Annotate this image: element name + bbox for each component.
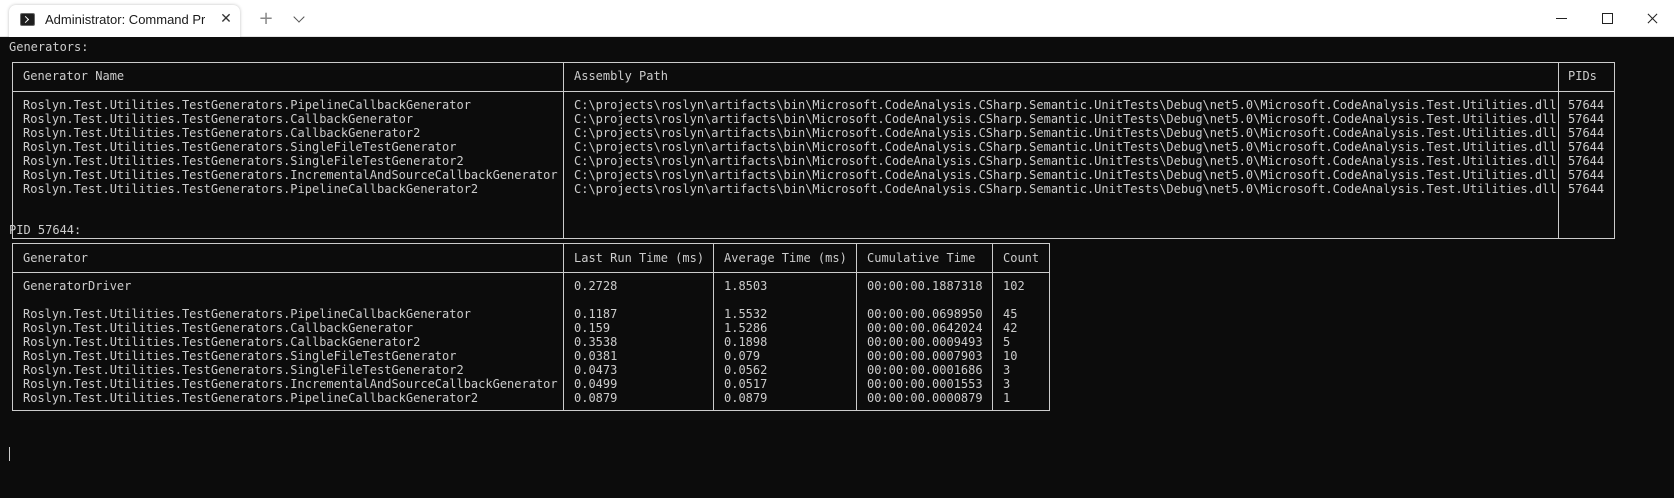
generators-heading: Generators:	[9, 40, 89, 54]
tab-command-prompt[interactable]: Administrator: Command Prompt ✕	[9, 5, 240, 37]
last-run-time-cell: 0.159	[574, 321, 611, 335]
generator-name-cell: Roslyn.Test.Utilities.TestGenerators.Cal…	[23, 126, 421, 140]
count-cell: 3	[1003, 377, 1011, 391]
pid-table-col-divider	[856, 243, 857, 411]
cumulative-time-cell: 00:00:00.0000879	[867, 391, 983, 405]
last-run-time-cell: 0.0381	[574, 349, 618, 363]
close-window-button[interactable]	[1630, 0, 1674, 36]
last-run-time-cell: 0.0879	[574, 391, 618, 405]
count-cell: 3	[1003, 363, 1011, 377]
generator-cell: Roslyn.Test.Utilities.TestGenerators.Sin…	[23, 349, 457, 363]
assembly-path-cell: C:\projects\roslyn\artifacts\bin\Microso…	[574, 98, 1557, 112]
pid-table-col-divider	[992, 243, 993, 411]
generator-cell: Roslyn.Test.Utilities.TestGenerators.Cal…	[23, 335, 421, 349]
generator-name-cell: Roslyn.Test.Utilities.TestGenerators.Inc…	[23, 168, 558, 182]
count-cell: 10	[1003, 349, 1018, 363]
average-time-cell: 0.1898	[724, 335, 768, 349]
text-cursor	[9, 447, 10, 461]
count-cell: 5	[1003, 335, 1011, 349]
maximize-button[interactable]	[1584, 0, 1630, 36]
pid-cell: 57644	[1568, 112, 1605, 126]
column-header-assembly-path: Assembly Path	[574, 69, 668, 83]
cumulative-time-cell: 00:00:00.0009493	[867, 335, 983, 349]
pid-cell: 57644	[1568, 168, 1605, 182]
new-tab-button[interactable]: +	[255, 8, 277, 30]
chevron-down-icon[interactable]	[289, 8, 311, 30]
count-cell: 45	[1003, 307, 1018, 321]
pid-heading: PID 57644:	[9, 223, 82, 237]
average-time-cell: 0.0517	[724, 377, 768, 391]
generators-table-header-rule	[12, 91, 1615, 92]
assembly-path-cell: C:\projects\roslyn\artifacts\bin\Microso…	[574, 126, 1557, 140]
pid-table-header-rule	[12, 272, 1050, 273]
assembly-path-cell: C:\projects\roslyn\artifacts\bin\Microso…	[574, 182, 1557, 196]
generator-cell: Roslyn.Test.Utilities.TestGenerators.Inc…	[23, 377, 558, 391]
generator-cell: Roslyn.Test.Utilities.TestGenerators.Pip…	[23, 391, 479, 405]
assembly-path-cell: C:\projects\roslyn\artifacts\bin\Microso…	[574, 112, 1557, 126]
average-time-cell: 1.5532	[724, 307, 768, 321]
generator-cell: Roslyn.Test.Utilities.TestGenerators.Sin…	[23, 363, 464, 377]
generator-cell: Roslyn.Test.Utilities.TestGenerators.Pip…	[23, 307, 471, 321]
cumulative-time-cell: 00:00:00.0001553	[867, 377, 983, 391]
generator-name-cell: Roslyn.Test.Utilities.TestGenerators.Cal…	[23, 112, 414, 126]
driver-row-cumulative: 00:00:00.1887318	[867, 279, 983, 293]
last-run-time-cell: 0.0499	[574, 377, 618, 391]
driver-row-average: 1.8503	[724, 279, 768, 293]
pid-cell: 57644	[1568, 154, 1605, 168]
generator-name-cell: Roslyn.Test.Utilities.TestGenerators.Pip…	[23, 98, 471, 112]
column-header-average-time: Average Time (ms)	[724, 251, 847, 265]
last-run-time-cell: 0.3538	[574, 335, 618, 349]
tab-close-icon[interactable]: ✕	[218, 11, 234, 27]
generator-name-cell: Roslyn.Test.Utilities.TestGenerators.Pip…	[23, 182, 479, 196]
driver-row-last-run: 0.2728	[574, 279, 618, 293]
pid-table-col-divider	[713, 243, 714, 411]
generator-cell: Roslyn.Test.Utilities.TestGenerators.Cal…	[23, 321, 414, 335]
last-run-time-cell: 0.1187	[574, 307, 618, 321]
cumulative-time-cell: 00:00:00.0001686	[867, 363, 983, 377]
column-header-count: Count	[1003, 251, 1040, 265]
column-header-generator: Generator	[23, 251, 89, 265]
driver-row-name: GeneratorDriver	[23, 279, 132, 293]
count-cell: 1	[1003, 391, 1011, 405]
pid-cell: 57644	[1568, 182, 1605, 196]
assembly-path-cell: C:\projects\roslyn\artifacts\bin\Microso…	[574, 168, 1557, 182]
column-header-cumulative-time: Cumulative Time	[867, 251, 976, 265]
pid-cell: 57644	[1568, 126, 1605, 140]
cumulative-time-cell: 00:00:00.0642024	[867, 321, 983, 335]
column-header-last-run-time: Last Run Time (ms)	[574, 251, 705, 265]
generators-table-col-divider	[563, 62, 564, 239]
assembly-path-cell: C:\projects\roslyn\artifacts\bin\Microso…	[574, 154, 1557, 168]
terminal-output[interactable]: Generators: Generator Name Assembly Path…	[0, 37, 1674, 498]
pid-cell: 57644	[1568, 140, 1605, 154]
last-run-time-cell: 0.0473	[574, 363, 618, 377]
column-header-pids: PIDs	[1568, 69, 1597, 83]
driver-row-count: 102	[1003, 279, 1025, 293]
terminal-icon	[20, 13, 35, 26]
cumulative-time-cell: 00:00:00.0007903	[867, 349, 983, 363]
pid-cell: 57644	[1568, 98, 1605, 112]
average-time-cell: 0.0562	[724, 363, 768, 377]
average-time-cell: 1.5286	[724, 321, 768, 335]
generators-table-col-divider	[1558, 62, 1559, 239]
cumulative-time-cell: 00:00:00.0698950	[867, 307, 983, 321]
average-time-cell: 0.079	[724, 349, 761, 363]
column-header-generator-name: Generator Name	[23, 69, 125, 83]
title-bar: Administrator: Command Prompt ✕ +	[0, 0, 1674, 37]
assembly-path-cell: C:\projects\roslyn\artifacts\bin\Microso…	[574, 140, 1557, 154]
average-time-cell: 0.0879	[724, 391, 768, 405]
minimize-button[interactable]	[1538, 0, 1584, 36]
pid-table-col-divider	[563, 243, 564, 411]
tab-title: Administrator: Command Prompt	[45, 12, 205, 27]
generator-name-cell: Roslyn.Test.Utilities.TestGenerators.Sin…	[23, 154, 464, 168]
count-cell: 42	[1003, 321, 1018, 335]
generator-name-cell: Roslyn.Test.Utilities.TestGenerators.Sin…	[23, 140, 457, 154]
